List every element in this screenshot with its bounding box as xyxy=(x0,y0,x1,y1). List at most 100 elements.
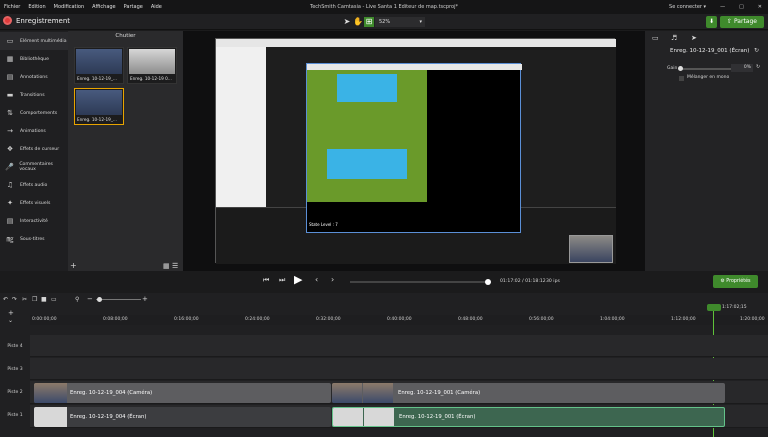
track-3[interactable] xyxy=(30,358,768,380)
audio-effects-icon: ♫ xyxy=(6,181,14,189)
clip-label: Enreg. 10-12-19 0... xyxy=(130,76,172,81)
crop-tool-icon[interactable]: ⊞ xyxy=(364,17,374,27)
preview-canvas[interactable]: State Level : 7 xyxy=(183,31,645,271)
timeline-clip-camera[interactable]: Enreg. 10-12-19_004 (Caméra) xyxy=(34,383,331,403)
copy-icon[interactable]: ❐ xyxy=(32,296,37,303)
playhead-handle[interactable] xyxy=(707,304,721,311)
cursor-props-tab-icon[interactable]: ➤ xyxy=(691,34,697,42)
scrub-handle[interactable] xyxy=(485,279,491,285)
timeline-clip-screen[interactable]: Enreg. 10-12-19_004 (Écran) xyxy=(34,407,331,427)
zoom-in-icon[interactable]: + xyxy=(142,295,148,303)
game-water-tiles xyxy=(337,74,397,102)
menu-modify[interactable]: Modification xyxy=(50,4,88,10)
nav-visual-effects[interactable]: ✦ Effets visuels xyxy=(0,194,68,212)
share-button[interactable]: ⇧ Partage xyxy=(720,16,764,28)
reset-icon[interactable]: ↻ xyxy=(756,64,760,70)
maximize-icon[interactable]: □ xyxy=(739,4,744,10)
list-view-icon[interactable]: ☰ xyxy=(172,262,178,270)
next-icon[interactable]: › xyxy=(331,275,334,284)
nav-behaviors[interactable]: ⇅ Comportements xyxy=(0,104,68,122)
menu-view[interactable]: Affichage xyxy=(88,4,120,10)
behaviors-icon: ⇅ xyxy=(7,109,13,117)
properties-button[interactable]: ⚙ Propriétés xyxy=(713,275,758,288)
cut-icon[interactable]: ✂ xyxy=(22,296,27,303)
audio-props-tab-icon[interactable]: ♬ xyxy=(671,34,677,42)
timeline-zoom-slider[interactable] xyxy=(96,299,141,300)
clip-thumbnail xyxy=(333,408,363,426)
menu-edit[interactable]: Edition xyxy=(24,4,49,10)
split-icon[interactable]: ▭ xyxy=(51,296,57,303)
menu-file[interactable]: Fichier xyxy=(0,4,24,10)
gain-value[interactable]: 0% xyxy=(731,64,753,72)
props-clip-title: Enreg. 10-12-19_001 (Écran) xyxy=(670,48,750,54)
nav-audio-effects[interactable]: ♫ Effets audio xyxy=(0,176,68,194)
media-bin: Chutier Enreg. 10-12-19_... Enreg. 10-12… xyxy=(68,31,183,271)
timeline-clip-camera[interactable]: Enreg. 10-12-19_001 (Caméra) xyxy=(332,383,725,403)
record-label: Enregistrement xyxy=(16,16,71,25)
mix-mono-checkbox[interactable] xyxy=(679,76,684,81)
ruler-tick: 0:24:00;00 xyxy=(245,317,270,322)
timeline-zoom-handle[interactable] xyxy=(97,297,102,302)
nav-label: Elément multimédia xyxy=(20,38,67,44)
nav-label: Animations xyxy=(20,128,46,134)
reset-icon[interactable]: ↻ xyxy=(754,47,759,54)
pointer-tool-icon[interactable]: ➤ xyxy=(342,17,352,27)
bin-clip[interactable]: Enreg. 10-12-19 0... xyxy=(127,47,177,84)
download-button[interactable]: ⬇ xyxy=(706,16,717,28)
time-display: 01:17:02 / 01:18:12 xyxy=(500,279,546,284)
gain-slider[interactable] xyxy=(679,68,739,70)
tools-sidebar: ▭ Elément multimédia ▦ Bibliothèque ▤ Annot… xyxy=(0,31,68,271)
play-icon[interactable]: ▶ xyxy=(294,273,302,286)
nav-label: Transitions xyxy=(20,92,45,98)
zoom-select[interactable]: 52% ▾ xyxy=(375,17,425,27)
clip-label: Enreg. 10-12-19_004 (Écran) xyxy=(70,414,147,420)
grid-view-icon[interactable]: ▦ xyxy=(163,262,170,270)
nav-media[interactable]: ▭ Elément multimédia xyxy=(0,32,68,50)
pan-tool-icon[interactable]: ✋ xyxy=(353,17,363,27)
nav-transitions[interactable]: ▬ Transitions xyxy=(0,86,68,104)
nav-captions[interactable]: ㎎ Sous-titres xyxy=(0,230,68,248)
search-icon[interactable]: ⚲ xyxy=(75,296,79,303)
nav-animations[interactable]: → Animations xyxy=(0,122,68,140)
properties-panel: ▭ ♬ ➤ Enreg. 10-12-19_001 (Écran) ↻ Gain… xyxy=(645,31,768,271)
gain-slider-handle[interactable] xyxy=(678,66,683,71)
webcam-overlay[interactable] xyxy=(569,235,613,263)
zoom-value: 52% xyxy=(379,19,391,25)
ruler-tick: 1:12:00;00 xyxy=(671,317,696,322)
add-icon[interactable]: + xyxy=(70,261,77,270)
clip-thumbnail xyxy=(363,383,393,403)
undo-icon[interactable]: ↶ xyxy=(3,296,8,303)
step-back-icon[interactable]: ⏮ xyxy=(263,276,269,285)
bin-clip-selected[interactable]: Enreg. 10-12-19_... xyxy=(74,88,124,125)
nav-voice-narration[interactable]: 🎤 Commentaires vocaux xyxy=(0,158,68,176)
ruler-tick: 1:04:00;00 xyxy=(600,317,625,322)
nav-label: Effets de curseur xyxy=(20,146,60,152)
nav-cursor-effects[interactable]: ❖ Effets de curseur xyxy=(0,140,68,158)
clip-thumbnail xyxy=(129,49,175,74)
record-button[interactable]: Enregistrement xyxy=(3,16,70,25)
paste-icon[interactable]: ■ xyxy=(41,296,47,303)
previous-icon[interactable]: ‹ xyxy=(315,275,318,284)
redo-icon[interactable]: ↷ xyxy=(12,296,17,303)
nav-interactivity[interactable]: ▤ Interactivité xyxy=(0,212,68,230)
clip-thumbnail xyxy=(332,383,362,403)
close-icon[interactable]: ✕ xyxy=(758,4,762,10)
nav-library[interactable]: ▦ Bibliothèque xyxy=(0,50,68,68)
scrub-bar[interactable] xyxy=(350,281,490,283)
add-track-icon[interactable]: + xyxy=(8,309,14,317)
video-props-tab-icon[interactable]: ▭ xyxy=(652,34,659,42)
track-label: Piste 1 xyxy=(7,413,23,418)
track-4[interactable] xyxy=(30,335,768,357)
sign-in-link[interactable]: Se connecter ▾ xyxy=(669,4,706,10)
menu-share[interactable]: Partage xyxy=(120,4,147,10)
timeline-clip-screen-selected[interactable]: Enreg. 10-12-19_001 (Écran) xyxy=(332,407,725,427)
game-water-tiles xyxy=(327,149,407,179)
nav-annotations[interactable]: ▤ Annotations xyxy=(0,68,68,86)
zoom-out-icon[interactable]: − xyxy=(87,295,93,303)
minimize-icon[interactable]: — xyxy=(720,4,725,10)
media-icon: ▭ xyxy=(6,37,14,45)
menu-help[interactable]: Aide xyxy=(147,4,166,10)
bin-clip[interactable]: Enreg. 10-12-19_... xyxy=(74,47,124,84)
collapse-icon[interactable]: ⌄ xyxy=(8,317,13,324)
step-forward-icon[interactable]: ⏭ xyxy=(279,276,285,285)
